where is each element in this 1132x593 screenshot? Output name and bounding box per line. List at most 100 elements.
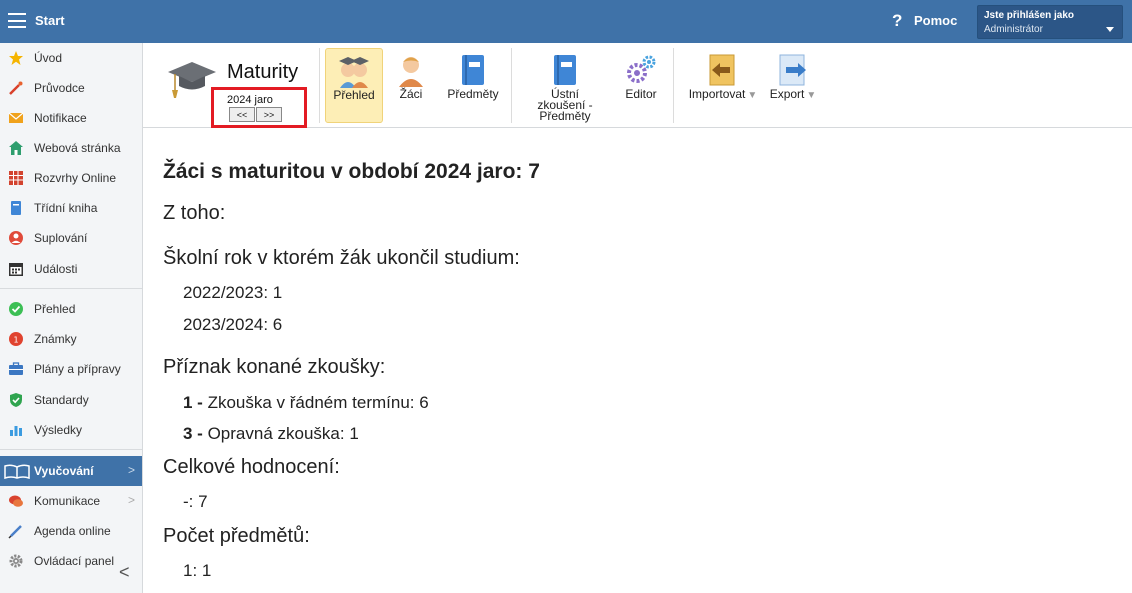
- person-icon: [8, 230, 24, 246]
- sidebar-item-vysledky[interactable]: Výsledky: [0, 415, 142, 445]
- sidebar-item-label: Notifikace: [34, 111, 87, 125]
- sidebar-item-plany[interactable]: Plány a přípravy: [0, 354, 142, 384]
- section-title: Celkové hodnocení:: [163, 456, 340, 478]
- period-selector: 2024 jaro << >>: [211, 87, 307, 128]
- help-link[interactable]: Pomoc: [914, 13, 957, 28]
- tab-zaci[interactable]: Žáci: [388, 48, 434, 123]
- sidebar-item-uvod[interactable]: Úvod: [0, 43, 142, 73]
- check-circle-icon: [8, 301, 24, 317]
- tab-prehled[interactable]: Přehled: [325, 48, 383, 123]
- envelope-icon: [8, 110, 24, 126]
- sidebar-item-prehled[interactable]: Přehled: [0, 294, 142, 324]
- graduation-cap-icon: [167, 58, 217, 100]
- export-label: Export: [769, 87, 805, 101]
- section-title: Počet předmětů:: [163, 525, 310, 547]
- subtotal-label: Z toho:: [163, 202, 226, 224]
- logged-in-label: Jste přihlášen jako: [984, 10, 1075, 21]
- import-button[interactable]: Importovat ▼: [683, 48, 763, 123]
- stat-value: 3 - Opravná zkouška: 1: [183, 424, 359, 444]
- calendar-icon: [8, 261, 24, 277]
- sidebar-item-label: Třídní kniha: [34, 201, 98, 215]
- tab-ustni-zkouseni-predmety[interactable]: Ústní zkoušení - Předměty: [519, 48, 611, 123]
- toolbar-divider: [673, 48, 674, 123]
- toolbar-divider: [319, 48, 320, 123]
- sidebar-item-label: Vyučování: [34, 464, 94, 478]
- tab-label: Přehled: [333, 88, 375, 102]
- gear-icon: [8, 553, 24, 569]
- stat-value: 2023/2024: 6: [183, 315, 283, 334]
- chat-icon: [8, 493, 24, 509]
- stat-code: 3 -: [183, 424, 203, 443]
- menu-icon[interactable]: [8, 13, 26, 28]
- section-title: Příznak konané zkoušky:: [163, 356, 386, 378]
- sidebar-item-label: Webová stránka: [34, 141, 121, 155]
- tab-label: Žáci: [399, 87, 423, 101]
- svg-text:1: 1: [13, 336, 18, 345]
- summary-heading: Žáci s maturitou v období 2024 jaro: 7: [163, 160, 540, 183]
- home-icon: [8, 140, 24, 156]
- export-button[interactable]: Export ▼: [765, 48, 821, 123]
- sidebar-item-vyucovani[interactable]: Vyučování >: [0, 456, 142, 486]
- tab-label: Importovat ▼: [683, 88, 763, 101]
- sidebar-item-label: Agenda online: [34, 524, 111, 538]
- user-menu[interactable]: Jste přihlášen jako Administrátor: [977, 5, 1123, 39]
- user-name: Administrátor: [984, 24, 1043, 35]
- module-title: Maturity: [227, 61, 299, 83]
- sidebar-item-notifikace[interactable]: Notifikace: [0, 103, 142, 133]
- chevron-right-icon: >: [127, 493, 135, 507]
- star-icon: [8, 50, 24, 66]
- wand-icon: [8, 80, 24, 96]
- sidebar-item-label: Úvod: [34, 51, 63, 65]
- pen-icon: [8, 523, 24, 539]
- sidebar-item-label: Události: [34, 262, 78, 276]
- sidebar-item-label: Průvodce: [34, 81, 85, 95]
- sidebar-item-rozvrhy-online[interactable]: Rozvrhy Online: [0, 163, 142, 193]
- sidebar-item-znamky[interactable]: 1 Známky: [0, 324, 142, 354]
- sidebar-divider: [0, 449, 142, 450]
- dropdown-arrow-icon: ▼: [747, 90, 758, 101]
- sidebar-item-label: Komunikace: [34, 494, 101, 508]
- book-icon: [456, 53, 490, 87]
- stat-value: 1 - Zkouška v řádném termínu: 6: [183, 393, 429, 413]
- sidebar-item-tridni-kniha[interactable]: Třídní kniha: [0, 193, 142, 223]
- sidebar: Úvod Průvodce Notifikace Webová stránka …: [0, 43, 143, 593]
- tab-editor[interactable]: Editor: [617, 48, 665, 123]
- start-link[interactable]: Start: [35, 13, 65, 28]
- sidebar-item-label: Známky: [34, 332, 77, 346]
- grade-icon: 1: [8, 331, 24, 347]
- next-period-button[interactable]: >>: [256, 107, 282, 122]
- sidebar-item-pruvodce[interactable]: Průvodce: [0, 73, 142, 103]
- collapse-sidebar-icon[interactable]: <: [119, 562, 130, 583]
- gears-icon: [624, 53, 658, 87]
- sidebar-item-label: Ovládací panel: [34, 554, 115, 568]
- tab-label: Editor: [625, 87, 657, 101]
- stat-value: -: 7: [183, 492, 208, 511]
- tab-label: Export ▼: [765, 87, 821, 101]
- student-icon: [394, 53, 428, 87]
- stat-value: 1: 1: [183, 561, 212, 580]
- sidebar-item-label: Rozvrhy Online: [34, 171, 117, 185]
- sidebar-item-agenda-online[interactable]: Agenda online: [0, 516, 142, 546]
- open-book-icon: [4, 463, 30, 479]
- sidebar-item-label: Plány a přípravy: [34, 362, 121, 376]
- sidebar-item-label: Přehled: [34, 302, 76, 316]
- tab-predmety[interactable]: Předměty: [441, 48, 505, 123]
- sidebar-item-label: Výsledky: [34, 423, 83, 437]
- question-icon[interactable]: ?: [892, 11, 902, 31]
- book-icon: [8, 200, 24, 216]
- sidebar-item-webova-stranka[interactable]: Webová stránka: [0, 133, 142, 163]
- sidebar-item-standardy[interactable]: Standardy: [0, 385, 142, 415]
- module-toolbar: Maturity 2024 jaro << >> Přehled Žáci Př…: [143, 43, 1132, 128]
- previous-period-button[interactable]: <<: [229, 107, 255, 122]
- period-label: 2024 jaro: [227, 94, 273, 106]
- sidebar-item-suplovani[interactable]: Suplování: [0, 223, 142, 253]
- import-icon: [706, 53, 740, 87]
- sidebar-item-udalosti[interactable]: Události: [0, 254, 142, 284]
- briefcase-icon: [8, 361, 24, 377]
- book-icon: [548, 53, 582, 87]
- chevron-right-icon: >: [127, 463, 135, 477]
- students-icon: [337, 54, 371, 88]
- sidebar-item-komunikace[interactable]: Komunikace >: [0, 486, 142, 516]
- tab-label: Předměty: [447, 87, 499, 101]
- dropdown-arrow-icon: ▼: [806, 90, 817, 101]
